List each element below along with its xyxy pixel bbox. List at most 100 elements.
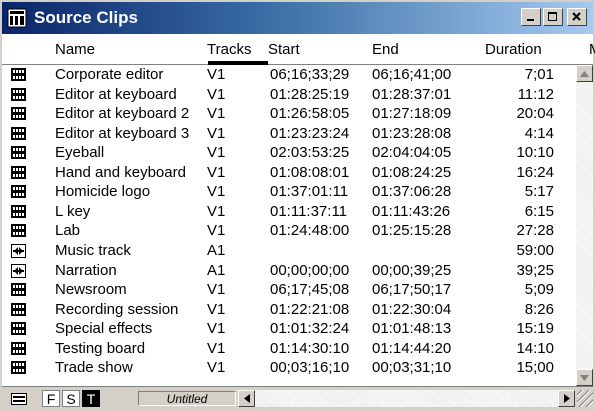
clip-end: 00;03;31;10 <box>372 359 452 377</box>
table-row[interactable]: Editor at keyboard 3 V1 01:23:23:24 01:23:2… <box>2 124 576 144</box>
table-row[interactable]: Eyeball V1 02:03:53:25 02:04:04:05 10:10 <box>2 143 576 163</box>
clip-tracks: A1 <box>207 261 226 279</box>
frame-view-button[interactable]: F <box>42 390 60 407</box>
clip-tracks: A1 <box>207 241 226 259</box>
column-tracks[interactable]: Tracks <box>207 41 251 58</box>
bin-view-name[interactable]: Untitled <box>138 391 236 406</box>
clip-end: 01:11:43:26 <box>372 202 451 220</box>
video-clip-icon <box>11 322 26 339</box>
clip-duration: 7;01 <box>524 66 554 83</box>
clip-end: 01:08:24:25 <box>372 163 452 181</box>
clip-name: Editor at keyboard 2 <box>55 105 190 123</box>
bottom-bar: F S T Untitled <box>2 386 593 410</box>
clip-duration: 16:24 <box>516 163 554 181</box>
table-row[interactable]: Homicide logo V1 01:37:01:11 01:37:06:28 5:1… <box>2 182 576 202</box>
video-clip-icon <box>11 68 26 85</box>
clip-duration: 4:14 <box>524 124 554 142</box>
clip-duration: 8:26 <box>524 300 554 318</box>
column-m[interactable]: M <box>589 41 595 58</box>
clip-duration: 15;00 <box>516 359 554 377</box>
clip-tracks: V1 <box>207 105 226 123</box>
minimize-button[interactable] <box>521 8 541 26</box>
video-clip-icon <box>11 126 26 144</box>
horizontal-scrollbar[interactable] <box>238 390 575 407</box>
left-arrow-icon <box>243 394 250 403</box>
clip-start: 01:26:58:05 <box>270 105 350 123</box>
table-row[interactable]: Editor at keyboard 2 V1 01:26:58:05 01:27:1… <box>2 104 576 124</box>
resize-grip[interactable] <box>577 390 593 407</box>
source-clips-window: Source Clips Name Tracks Start End Durat… <box>0 0 595 411</box>
clip-name: Recording session <box>55 300 179 318</box>
clip-name: Special effects <box>55 320 153 338</box>
clip-end: 01:25:15:28 <box>372 222 452 240</box>
video-clip-icon <box>11 283 26 300</box>
close-icon <box>572 12 581 21</box>
scroll-down-button[interactable] <box>576 369 593 386</box>
video-clip-icon <box>11 185 26 202</box>
clip-tracks: V1 <box>207 66 226 83</box>
clip-end: 01:37:06:28 <box>372 183 452 201</box>
column-start[interactable]: Start <box>268 41 300 58</box>
clip-end: 01:27:18:09 <box>372 105 452 123</box>
clip-start: 01:23:23:24 <box>270 124 350 142</box>
clip-name: Editor at keyboard <box>55 85 177 103</box>
column-duration[interactable]: Duration <box>485 41 542 58</box>
table-row[interactable]: Hand and keyboard V1 01:08:08:01 01:08:24:2… <box>2 163 576 183</box>
up-arrow-icon <box>580 70 589 77</box>
clip-start: 01:28:25:19 <box>270 85 350 103</box>
table-row[interactable]: L key V1 01:11:37:11 01:11:43:26 6:15 <box>2 202 576 222</box>
minimize-icon <box>527 19 534 21</box>
vertical-scrollbar[interactable] <box>576 65 593 386</box>
clip-duration: 20:04 <box>516 105 554 123</box>
table-row[interactable]: Lab V1 01:24:48:00 01:25:15:28 27:28 <box>2 221 576 241</box>
clips-table: Corporate editor V1 06;16;33;29 06;16;41;00… <box>2 65 576 386</box>
table-row[interactable]: Newsroom V1 06;17;45;08 06;17;50;17 5;09 <box>2 280 576 300</box>
clip-name: Trade show <box>55 359 133 377</box>
close-button[interactable] <box>567 8 587 26</box>
clip-duration: 39;25 <box>516 261 554 279</box>
video-clip-icon <box>11 204 26 222</box>
table-row[interactable]: Corporate editor V1 06;16;33;29 06;16;41;00… <box>2 65 576 85</box>
clip-tracks: V1 <box>207 339 226 357</box>
maximize-button[interactable] <box>543 8 563 26</box>
clip-name: Homicide logo <box>55 183 151 201</box>
column-name[interactable]: Name <box>55 41 95 58</box>
window-title: Source Clips <box>34 8 138 27</box>
table-row[interactable]: Editor at keyboard V1 01:28:25:19 01:28:37:… <box>2 85 576 105</box>
clip-name: Editor at keyboard 3 <box>55 124 190 142</box>
clip-duration: 27:28 <box>516 222 554 240</box>
brief-view-button[interactable] <box>8 390 30 407</box>
clip-duration: 59:00 <box>516 241 554 259</box>
title-bar[interactable]: Source Clips <box>2 2 593 34</box>
text-view-button[interactable]: T <box>82 390 100 407</box>
column-end[interactable]: End <box>372 41 399 58</box>
table-row[interactable]: Special effects V1 01:01:32:24 01:01:48:13 1… <box>2 319 576 339</box>
clip-start: 01:24:48:00 <box>270 222 350 240</box>
scroll-up-button[interactable] <box>576 65 593 82</box>
bin-icon <box>6 7 28 29</box>
clip-duration: 11:12 <box>517 85 554 103</box>
table-row[interactable]: Testing board V1 01:14:30:10 01:14:44:20 14:… <box>2 339 576 359</box>
clip-tracks: V1 <box>207 85 226 103</box>
table-row[interactable]: Recording session V1 01:22:21:08 01:22:30:0… <box>2 300 576 320</box>
table-row[interactable]: Trade show V1 00;03;16;10 00;03;31;10 15;00 <box>2 358 576 378</box>
clip-end: 01:14:44:20 <box>372 339 452 357</box>
clip-end: 06;16;41;00 <box>372 66 452 83</box>
clip-duration: 15:19 <box>516 320 554 338</box>
clip-tracks: V1 <box>207 202 226 220</box>
clip-start: 00;00;00;00 <box>270 261 350 279</box>
clip-start: 01:14:30:10 <box>270 339 350 357</box>
clip-name: Corporate editor <box>55 66 164 83</box>
table-row[interactable]: Narration A1 00;00;00;00 00;00;39;25 39;25 <box>2 261 576 281</box>
clip-start: 01:22:21:08 <box>270 300 350 318</box>
clip-tracks: V1 <box>207 124 226 142</box>
script-view-button[interactable]: S <box>62 390 80 407</box>
scroll-right-button[interactable] <box>558 390 575 407</box>
table-row[interactable]: Music track A1 59:00 <box>2 241 576 261</box>
clip-end: 01:23:28:08 <box>372 124 452 142</box>
clip-duration: 5:17 <box>524 183 554 201</box>
video-clip-icon <box>11 302 26 320</box>
clip-tracks: V1 <box>207 222 226 240</box>
clip-tracks: V1 <box>207 183 226 201</box>
scroll-left-button[interactable] <box>238 390 255 407</box>
